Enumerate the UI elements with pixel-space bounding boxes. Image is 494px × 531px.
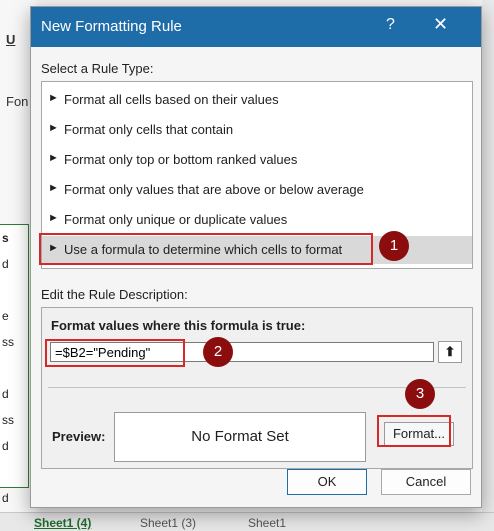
highlight-box — [45, 339, 185, 367]
divider — [48, 387, 466, 388]
cell[interactable]: d — [2, 491, 9, 505]
cell[interactable]: d — [2, 257, 9, 271]
dialog-title: New Formatting Rule — [41, 18, 182, 35]
rule-type-item[interactable]: ► Format only top or bottom ranked value… — [42, 146, 472, 174]
cell[interactable]: d — [2, 387, 9, 401]
cell[interactable]: ss — [2, 335, 14, 349]
formula-label: Format values where this formula is true… — [51, 318, 306, 333]
rule-type-label: Format only top or bottom ranked values — [64, 152, 298, 167]
rule-type-item[interactable]: ► Format only values that are above or b… — [42, 176, 472, 204]
highlight-box — [39, 233, 373, 265]
collapse-dialog-icon[interactable]: ⬆ — [438, 341, 462, 363]
callout-badge: 3 — [405, 379, 435, 409]
rule-type-item[interactable]: ► Format only unique or duplicate values — [42, 206, 472, 234]
sheet-tab-bar: Sheet1 (4) Sheet1 (3) Sheet1 — [0, 512, 494, 531]
rule-description-label: Edit the Rule Description: — [41, 287, 188, 302]
arrow-icon: ► — [48, 122, 59, 134]
rule-type-item[interactable]: ► Format only cells that contain — [42, 116, 472, 144]
underline-icon[interactable]: U — [6, 32, 15, 47]
rule-type-label: Format only cells that contain — [64, 122, 234, 137]
arrow-icon: ► — [48, 212, 59, 224]
callout-badge: 1 — [379, 231, 409, 261]
highlight-box — [377, 415, 451, 447]
cancel-button[interactable]: Cancel — [381, 469, 471, 495]
sheet-tab[interactable]: Sheet1 — [248, 516, 286, 530]
font-group-label: Fon — [6, 94, 29, 109]
sheet-tab[interactable]: Sheet1 (3) — [140, 516, 196, 530]
close-icon[interactable]: ✕ — [433, 14, 448, 35]
callout-badge: 2 — [203, 337, 233, 367]
arrow-icon: ► — [48, 152, 59, 164]
preview-label: Preview: — [52, 429, 106, 444]
ok-button[interactable]: OK — [287, 469, 367, 495]
cell[interactable]: s — [2, 231, 9, 245]
new-formatting-rule-dialog: New Formatting Rule ? ✕ Select a Rule Ty… — [30, 6, 482, 508]
format-preview: No Format Set — [114, 412, 366, 462]
scrollbar[interactable] — [482, 0, 494, 530]
rule-type-label: Format only values that are above or bel… — [64, 182, 364, 197]
rule-type-item[interactable]: ► Format all cells based on their values — [42, 86, 472, 114]
arrow-icon: ► — [48, 182, 59, 194]
arrow-icon: ► — [48, 92, 59, 104]
sheet-tab-active[interactable]: Sheet1 (4) — [34, 516, 91, 530]
cell[interactable]: ss — [2, 413, 14, 427]
help-button[interactable]: ? — [386, 16, 395, 34]
rule-type-label: Select a Rule Type: — [41, 61, 154, 76]
dialog-titlebar: New Formatting Rule ? ✕ — [31, 7, 481, 47]
rule-type-label: Format only unique or duplicate values — [64, 212, 288, 227]
cell-column[interactable]: s d e ss d ss d d — [0, 224, 29, 505]
cell[interactable]: e — [2, 309, 9, 323]
cell[interactable]: d — [2, 439, 9, 453]
rule-type-label: Format all cells based on their values — [64, 92, 279, 107]
